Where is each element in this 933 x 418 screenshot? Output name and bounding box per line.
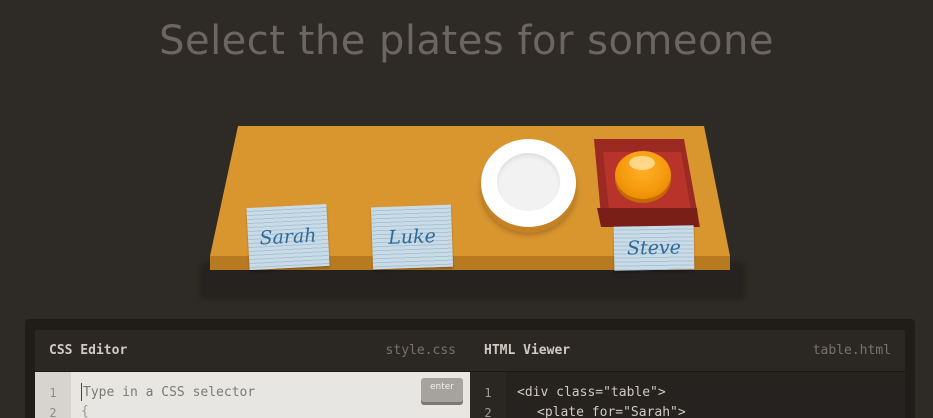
html-viewer-header: HTML Viewer table.html [470,330,905,372]
name-card-sarah: Sarah [246,203,330,271]
line-number: 2 [49,406,57,418]
name-card-label: Steve [626,236,682,260]
orange [615,151,671,199]
name-card-luke: Luke [370,204,454,270]
line-number: 1 [484,386,492,400]
css-editor-filename: style.css [385,343,456,358]
name-card-label: Luke [387,225,437,249]
game-scene: Sarah Luke Steve [0,0,933,310]
plate [481,139,576,227]
html-code-line: <plate for="Sarah"> [537,405,686,418]
name-card-label: Sarah [258,224,318,250]
enter-button[interactable]: enter [421,378,463,402]
css-editor-header: CSS Editor style.css [35,330,470,372]
css-editor-title: CSS Editor [49,343,128,358]
bento-front [597,208,699,227]
css-code-line: { [81,404,89,418]
html-viewer-title: HTML Viewer [484,343,571,358]
html-code-line: <div class="table"> [517,385,666,400]
name-card-steve: Steve [613,225,695,271]
css-selector-input[interactable] [81,383,411,401]
line-number: 2 [484,406,492,418]
line-number: 1 [49,386,57,400]
html-viewer-filename: table.html [812,343,891,358]
